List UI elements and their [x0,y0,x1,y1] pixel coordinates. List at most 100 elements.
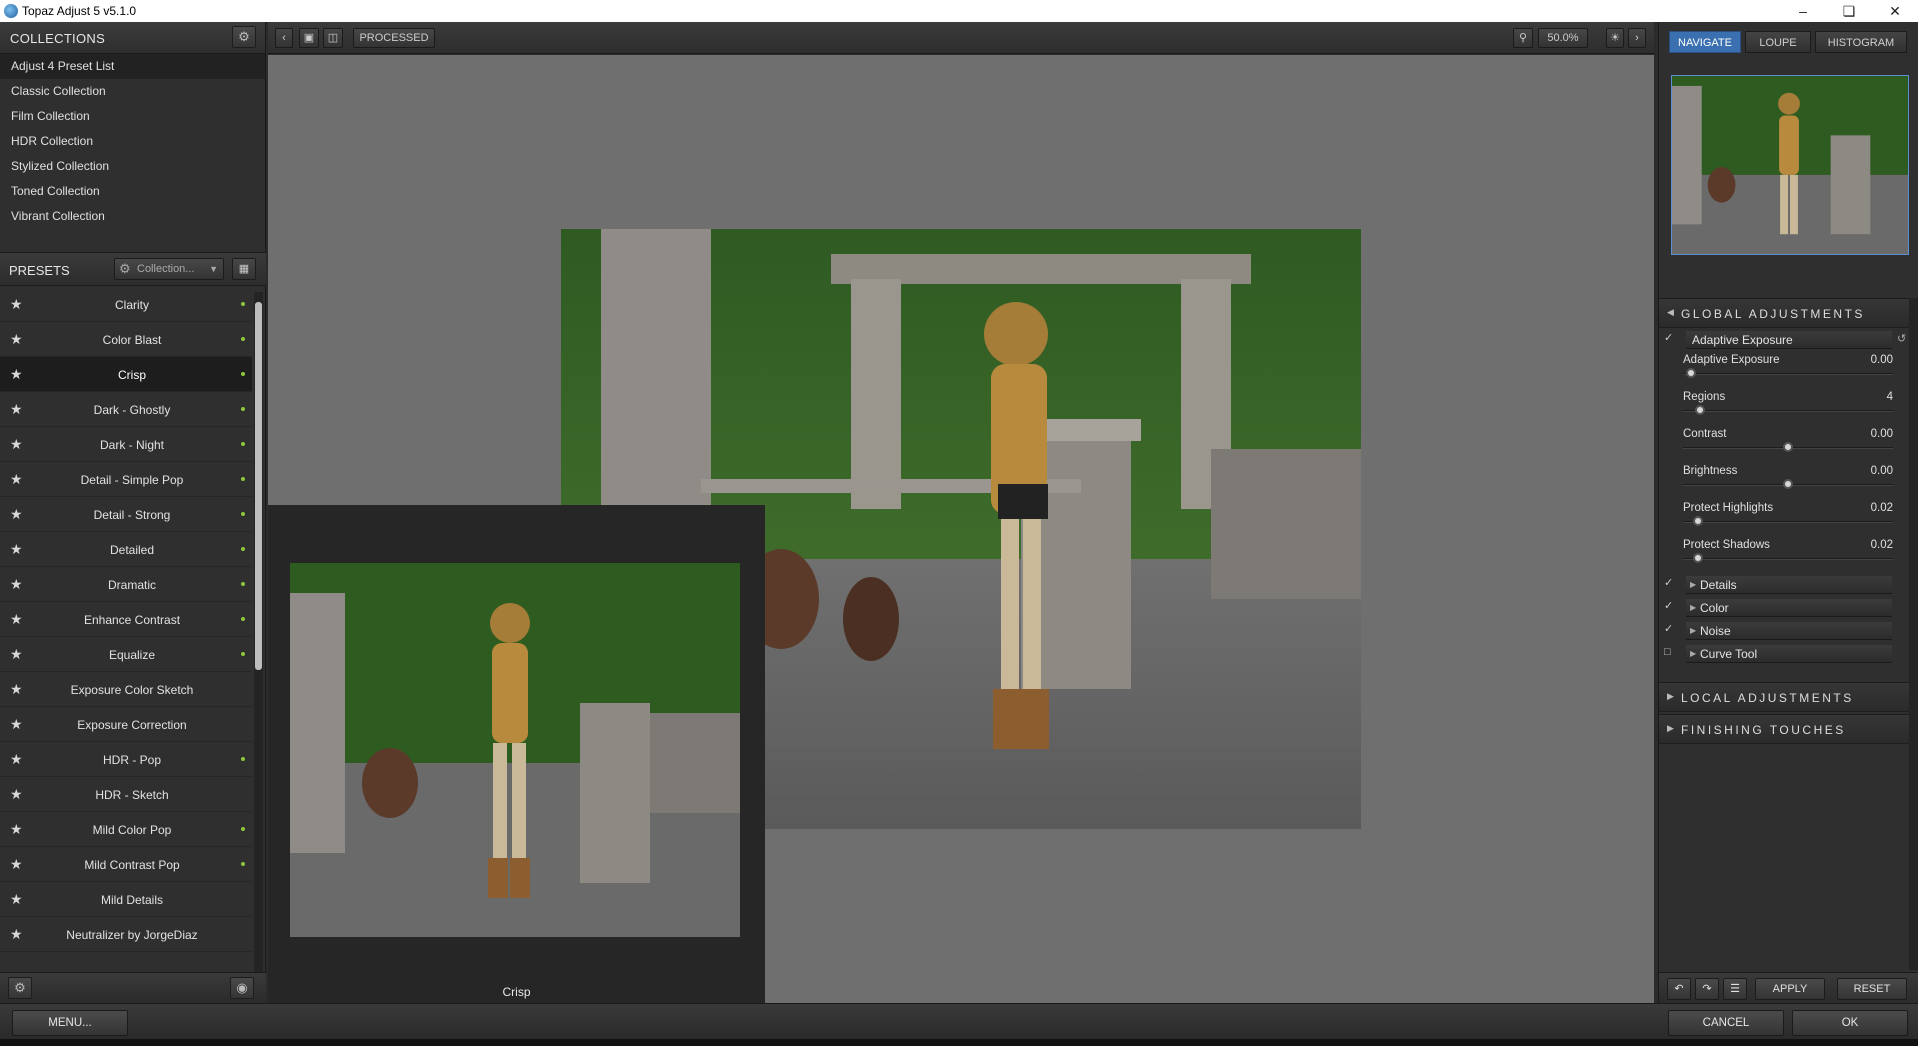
finishing-touches-section[interactable]: ▶ FINISHING TOUCHES [1659,714,1909,744]
favorite-star-icon[interactable]: ★ [10,646,23,663]
camera-icon[interactable]: ◉ [230,977,254,999]
adjustment-slider[interactable]: Protect Highlights 0.02 [1683,502,1893,539]
restore-button[interactable]: ❏ [1826,0,1872,22]
tab-navigate[interactable]: NAVIGATE [1669,31,1741,53]
preset-item[interactable]: ★ Mild Details [0,882,252,917]
preset-item[interactable]: ★ Enhance Contrast [0,602,252,637]
preset-scrollbar[interactable] [254,292,263,992]
favorite-star-icon[interactable]: ★ [10,366,23,383]
favorite-star-icon[interactable]: ★ [10,681,23,698]
favorite-star-icon[interactable]: ★ [10,296,23,313]
favorite-star-icon[interactable]: ★ [10,821,23,838]
favorite-star-icon[interactable]: ★ [10,611,23,628]
preset-item[interactable]: ★ Exposure Color Sketch [0,672,252,707]
navigator-thumbnail[interactable] [1671,75,1909,255]
preset-item[interactable]: ★ Neutralizer by JorgeDiaz [0,917,252,952]
adaptive-exposure-header[interactable]: ✓ Adaptive Exposure ↺ [1659,330,1909,350]
preset-item[interactable]: ★ Mild Contrast Pop [0,847,252,882]
lightbulb-icon[interactable]: ☀ [1606,28,1624,48]
favorite-star-icon[interactable]: ★ [10,926,23,943]
preset-item[interactable]: ★ Detailed [0,532,252,567]
slider-knob[interactable] [1686,368,1697,378]
zoom-icon[interactable]: ⚲ [1513,28,1533,48]
adjustment-slider[interactable]: Regions 4 [1683,391,1893,428]
reset-button[interactable]: RESET [1837,978,1907,1000]
adjustment-slider[interactable]: Contrast 0.00 [1683,428,1893,465]
cancel-button[interactable]: CANCEL [1668,1010,1784,1036]
zoom-level[interactable]: 50.0% [1538,28,1588,48]
collection-item[interactable]: Film Collection [0,104,265,129]
collection-item[interactable]: Adjust 4 Preset List [0,54,265,79]
slider-knob[interactable] [1692,553,1703,563]
favorite-star-icon[interactable]: ★ [10,716,23,733]
favorite-star-icon[interactable]: ★ [10,891,23,908]
collection-item[interactable]: Stylized Collection [0,154,265,179]
collection-item[interactable]: HDR Collection [0,129,265,154]
favorite-star-icon[interactable]: ★ [10,436,23,453]
minimize-button[interactable]: – [1780,0,1826,22]
favorite-star-icon[interactable]: ★ [10,576,23,593]
local-adjustments-section[interactable]: ▶ LOCAL ADJUSTMENTS [1659,682,1909,712]
menu-button[interactable]: MENU... [12,1010,128,1036]
favorite-star-icon[interactable]: ★ [10,506,23,523]
image-canvas[interactable]: Crisp [268,55,1654,1003]
subsection-color[interactable]: ✓ ▶ Color [1659,598,1909,618]
favorite-star-icon[interactable]: ★ [10,331,23,348]
adjustment-slider[interactable]: Protect Shadows 0.02 [1683,539,1893,576]
processed-view-button[interactable]: PROCESSED [353,28,435,48]
subsection-details[interactable]: ✓ ▶ Details [1659,575,1909,595]
adaptive-exposure-checkbox[interactable]: ✓ [1664,332,1676,344]
single-view-icon[interactable]: ▣ [299,28,319,48]
preset-item[interactable]: ★ Crisp [0,357,252,392]
collapse-right-icon[interactable]: › [1628,28,1646,48]
preset-item[interactable]: ★ Equalize [0,637,252,672]
global-adjustments-section[interactable]: ◀ GLOBAL ADJUSTMENTS [1659,298,1909,328]
slider-knob[interactable] [1783,479,1793,489]
slider-track[interactable] [1683,521,1893,523]
collections-gear-icon[interactable]: ⚙ [232,26,256,48]
slider-track[interactable] [1683,410,1893,412]
reset-section-icon[interactable]: ↺ [1897,332,1906,345]
favorite-star-icon[interactable]: ★ [10,471,23,488]
subsection-checkbox[interactable]: ✓ [1664,600,1676,612]
collection-item[interactable]: Classic Collection [0,79,265,104]
collection-filter-select[interactable]: ⚙ Collection... ▼ [114,258,224,280]
preset-item[interactable]: ★ Clarity [0,287,252,322]
split-view-icon[interactable]: ◫ [323,28,343,48]
adjustment-slider[interactable]: Brightness 0.00 [1683,465,1893,502]
slider-knob[interactable] [1692,516,1703,526]
tab-histogram[interactable]: HISTOGRAM [1815,31,1907,53]
slider-knob[interactable] [1783,442,1793,452]
preset-item[interactable]: ★ Mild Color Pop [0,812,252,847]
close-button[interactable]: ✕ [1872,0,1918,22]
preset-item[interactable]: ★ Dark - Night [0,427,252,462]
adjustment-slider[interactable]: Adaptive Exposure 0.00 [1683,354,1893,391]
preset-item[interactable]: ★ Detail - Strong [0,497,252,532]
slider-track[interactable] [1683,558,1893,560]
subsection-checkbox[interactable]: ✓ [1664,623,1676,635]
subsection-noise[interactable]: ✓ ▶ Noise [1659,621,1909,641]
preset-item[interactable]: ★ HDR - Sketch [0,777,252,812]
preset-item[interactable]: ★ HDR - Pop [0,742,252,777]
tab-loupe[interactable]: LOUPE [1745,31,1811,53]
favorite-star-icon[interactable]: ★ [10,786,23,803]
preset-item[interactable]: ★ Color Blast [0,322,252,357]
undo-icon[interactable]: ↶ [1667,978,1691,1000]
collection-item[interactable]: Vibrant Collection [0,204,265,229]
subsection-checkbox[interactable]: □ [1664,646,1676,658]
settings-gear-icon[interactable]: ⚙ [8,977,32,999]
preset-item[interactable]: ★ Dark - Ghostly [0,392,252,427]
slider-knob[interactable] [1694,405,1705,415]
apply-button[interactable]: APPLY [1755,978,1825,1000]
ok-button[interactable]: OK [1792,1010,1908,1036]
slider-track[interactable] [1683,373,1893,375]
grid-view-icon[interactable]: ▦ [232,258,256,280]
preset-item[interactable]: ★ Exposure Correction [0,707,252,742]
favorite-star-icon[interactable]: ★ [10,541,23,558]
collection-item[interactable]: Toned Collection [0,179,265,204]
collapse-left-icon[interactable]: ‹ [275,28,293,48]
adjustments-scrollbar[interactable] [1909,298,1918,970]
redo-icon[interactable]: ↷ [1695,978,1719,1000]
favorite-star-icon[interactable]: ★ [10,401,23,418]
scrollbar-thumb[interactable] [255,302,262,670]
